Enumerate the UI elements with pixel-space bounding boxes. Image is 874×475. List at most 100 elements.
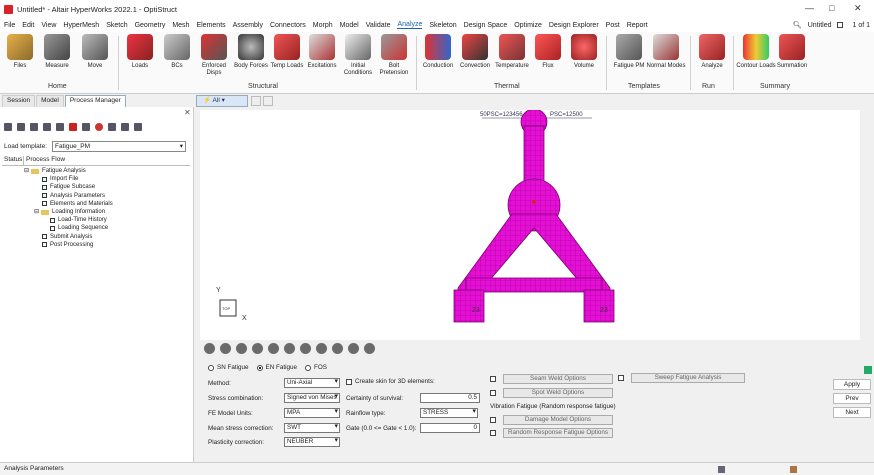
- clip-icon[interactable]: [284, 343, 295, 354]
- tree-item-load-time-history[interactable]: Load-Time History: [0, 216, 113, 224]
- tab-model[interactable]: Model: [36, 95, 64, 107]
- menu-design-explorer[interactable]: Design Explorer: [549, 22, 599, 29]
- text-icon[interactable]: [121, 123, 129, 131]
- spot-weld-checkbox[interactable]: [490, 390, 496, 396]
- temp-loads-tool[interactable]: Temp Loads: [267, 34, 307, 84]
- display-icon[interactable]: [236, 343, 247, 354]
- zoom-icon[interactable]: [348, 343, 359, 354]
- tree-item-elements-materials[interactable]: Elements and Materials: [0, 200, 113, 208]
- analyze-tool[interactable]: Analyze: [692, 34, 732, 84]
- section-icon[interactable]: [268, 343, 279, 354]
- graphics-viewport[interactable]: 50PSC=123456 PSC=12500 23 23 TOP Y X: [200, 108, 860, 340]
- filter-option-icon[interactable]: [263, 96, 273, 106]
- model-canvas[interactable]: 50PSC=123456 PSC=12500 23 23 TOP Y X: [200, 108, 860, 340]
- prev-button[interactable]: Prev: [833, 393, 871, 404]
- tree-item-submit-analysis[interactable]: Submit Analysis: [0, 233, 113, 241]
- menu-analyze[interactable]: Analyze: [397, 21, 423, 29]
- menu-post[interactable]: Post: [606, 22, 620, 29]
- entity-filter-dropdown[interactable]: ⚡ All ▾: [196, 95, 248, 107]
- create-skin-checkbox[interactable]: [346, 378, 352, 385]
- en-fatigue-radio[interactable]: [256, 364, 263, 371]
- measure-tool[interactable]: Measure: [37, 34, 77, 84]
- axis-icon[interactable]: [316, 343, 327, 354]
- menu-mesh[interactable]: Mesh: [172, 22, 189, 29]
- seam-weld-button[interactable]: Seam Weld Options: [503, 374, 613, 384]
- search-icon[interactable]: 🔍︎: [793, 21, 802, 29]
- conduction-tool[interactable]: Conduction: [418, 34, 458, 84]
- snapshot-icon[interactable]: [364, 343, 375, 354]
- flux-tool[interactable]: Flux: [528, 34, 568, 84]
- damage-model-checkbox[interactable]: [490, 417, 496, 423]
- tab-session[interactable]: Session: [2, 95, 36, 107]
- tree-item-post-processing[interactable]: Post Processing: [0, 241, 113, 249]
- save-icon[interactable]: [30, 123, 38, 131]
- enforced-disps-tool[interactable]: Enforced Disps: [194, 34, 234, 84]
- tree-item-fatigue-subcase[interactable]: Fatigue Subcase: [0, 183, 113, 191]
- open-icon[interactable]: [17, 123, 25, 131]
- sweep-fatigue-button[interactable]: Sweep Fatigue Analysis: [631, 373, 745, 383]
- files-tool[interactable]: Files: [0, 34, 40, 84]
- menu-optimize[interactable]: Optimize: [514, 22, 542, 29]
- bcs-tool[interactable]: BCs: [157, 34, 197, 84]
- sn-fatigue-radio[interactable]: [208, 364, 214, 371]
- menu-validate[interactable]: Validate: [366, 22, 391, 29]
- stress-combination-select[interactable]: Signed von Mises: [284, 393, 340, 403]
- contour-loads-tool[interactable]: Contour Loads: [736, 34, 776, 84]
- menu-sketch[interactable]: Sketch: [106, 22, 127, 29]
- menu-elements[interactable]: Elements: [196, 22, 225, 29]
- next-button[interactable]: Next: [833, 407, 871, 418]
- spot-weld-button[interactable]: Spot Weld Options: [503, 388, 613, 398]
- summation-tool[interactable]: Summation: [772, 34, 812, 84]
- table-icon[interactable]: [108, 123, 116, 131]
- random-response-checkbox[interactable]: [490, 430, 496, 436]
- tree-item-analysis-parameters[interactable]: Analysis Parameters: [0, 192, 113, 200]
- stop-icon[interactable]: [95, 123, 103, 131]
- view-orient-icon[interactable]: [204, 343, 215, 354]
- menu-model[interactable]: Model: [340, 22, 359, 29]
- menu-skeleton[interactable]: Skeleton: [429, 22, 456, 29]
- find-icon[interactable]: [332, 343, 343, 354]
- help-icon[interactable]: [134, 123, 142, 131]
- render-mode-icon[interactable]: [252, 343, 263, 354]
- window-layout-icon[interactable]: [837, 22, 844, 28]
- close-button[interactable]: ✕: [854, 3, 862, 14]
- menu-geometry[interactable]: Geometry: [135, 22, 166, 29]
- record-icon[interactable]: [82, 123, 90, 131]
- tree-item-loading-sequence[interactable]: Loading Sequence: [0, 224, 113, 232]
- tab-process-manager[interactable]: Process Manager: [64, 95, 126, 107]
- minimize-button[interactable]: —: [805, 3, 814, 13]
- rainflow-select[interactable]: STRESS: [420, 408, 478, 418]
- menu-assembly[interactable]: Assembly: [233, 22, 263, 29]
- fe-units-select[interactable]: MPA: [284, 408, 340, 418]
- certainty-input[interactable]: 0.5: [420, 393, 480, 403]
- tree-item-loading-information[interactable]: ⊟ Loading Information: [0, 208, 113, 216]
- random-response-button[interactable]: Random Response Fatigue Options: [503, 428, 613, 438]
- convection-tool[interactable]: Convection: [455, 34, 495, 84]
- mean-stress-select[interactable]: SWT: [284, 423, 340, 433]
- menu-edit[interactable]: Edit: [22, 22, 34, 29]
- gate-input[interactable]: 0: [420, 423, 480, 433]
- tree-item-fatigue-analysis[interactable]: ⊟ Fatigue Analysis: [0, 167, 113, 175]
- copy-icon[interactable]: [56, 123, 64, 131]
- bolt-pretension-tool[interactable]: Bolt Pretension: [374, 34, 414, 84]
- fatigue-pm-tool[interactable]: Fatigue PM: [609, 34, 649, 84]
- normal-modes-tool[interactable]: Normal Modes: [646, 34, 686, 84]
- plasticity-select[interactable]: NEUBER: [284, 437, 340, 447]
- filter-option-icon[interactable]: [251, 96, 261, 106]
- menu-design-space[interactable]: Design Space: [464, 22, 508, 29]
- volume-tool[interactable]: Volume: [564, 34, 604, 84]
- menu-morph[interactable]: Morph: [313, 22, 333, 29]
- new-icon[interactable]: [4, 123, 12, 131]
- seam-weld-checkbox[interactable]: [490, 376, 496, 382]
- alert-icon[interactable]: [69, 123, 77, 131]
- menu-report[interactable]: Report: [627, 22, 648, 29]
- temperature-tool[interactable]: Temperature: [492, 34, 532, 84]
- initial-conditions-tool[interactable]: Initial Conditions: [338, 34, 378, 84]
- fos-radio[interactable]: [305, 364, 311, 371]
- visibility-icon[interactable]: [300, 343, 311, 354]
- excitations-tool[interactable]: Excitations: [302, 34, 342, 84]
- menu-connectors[interactable]: Connectors: [270, 22, 306, 29]
- maximize-button[interactable]: □: [829, 3, 834, 13]
- save-as-icon[interactable]: [43, 123, 51, 131]
- close-panel-icon[interactable]: ✕: [184, 108, 191, 117]
